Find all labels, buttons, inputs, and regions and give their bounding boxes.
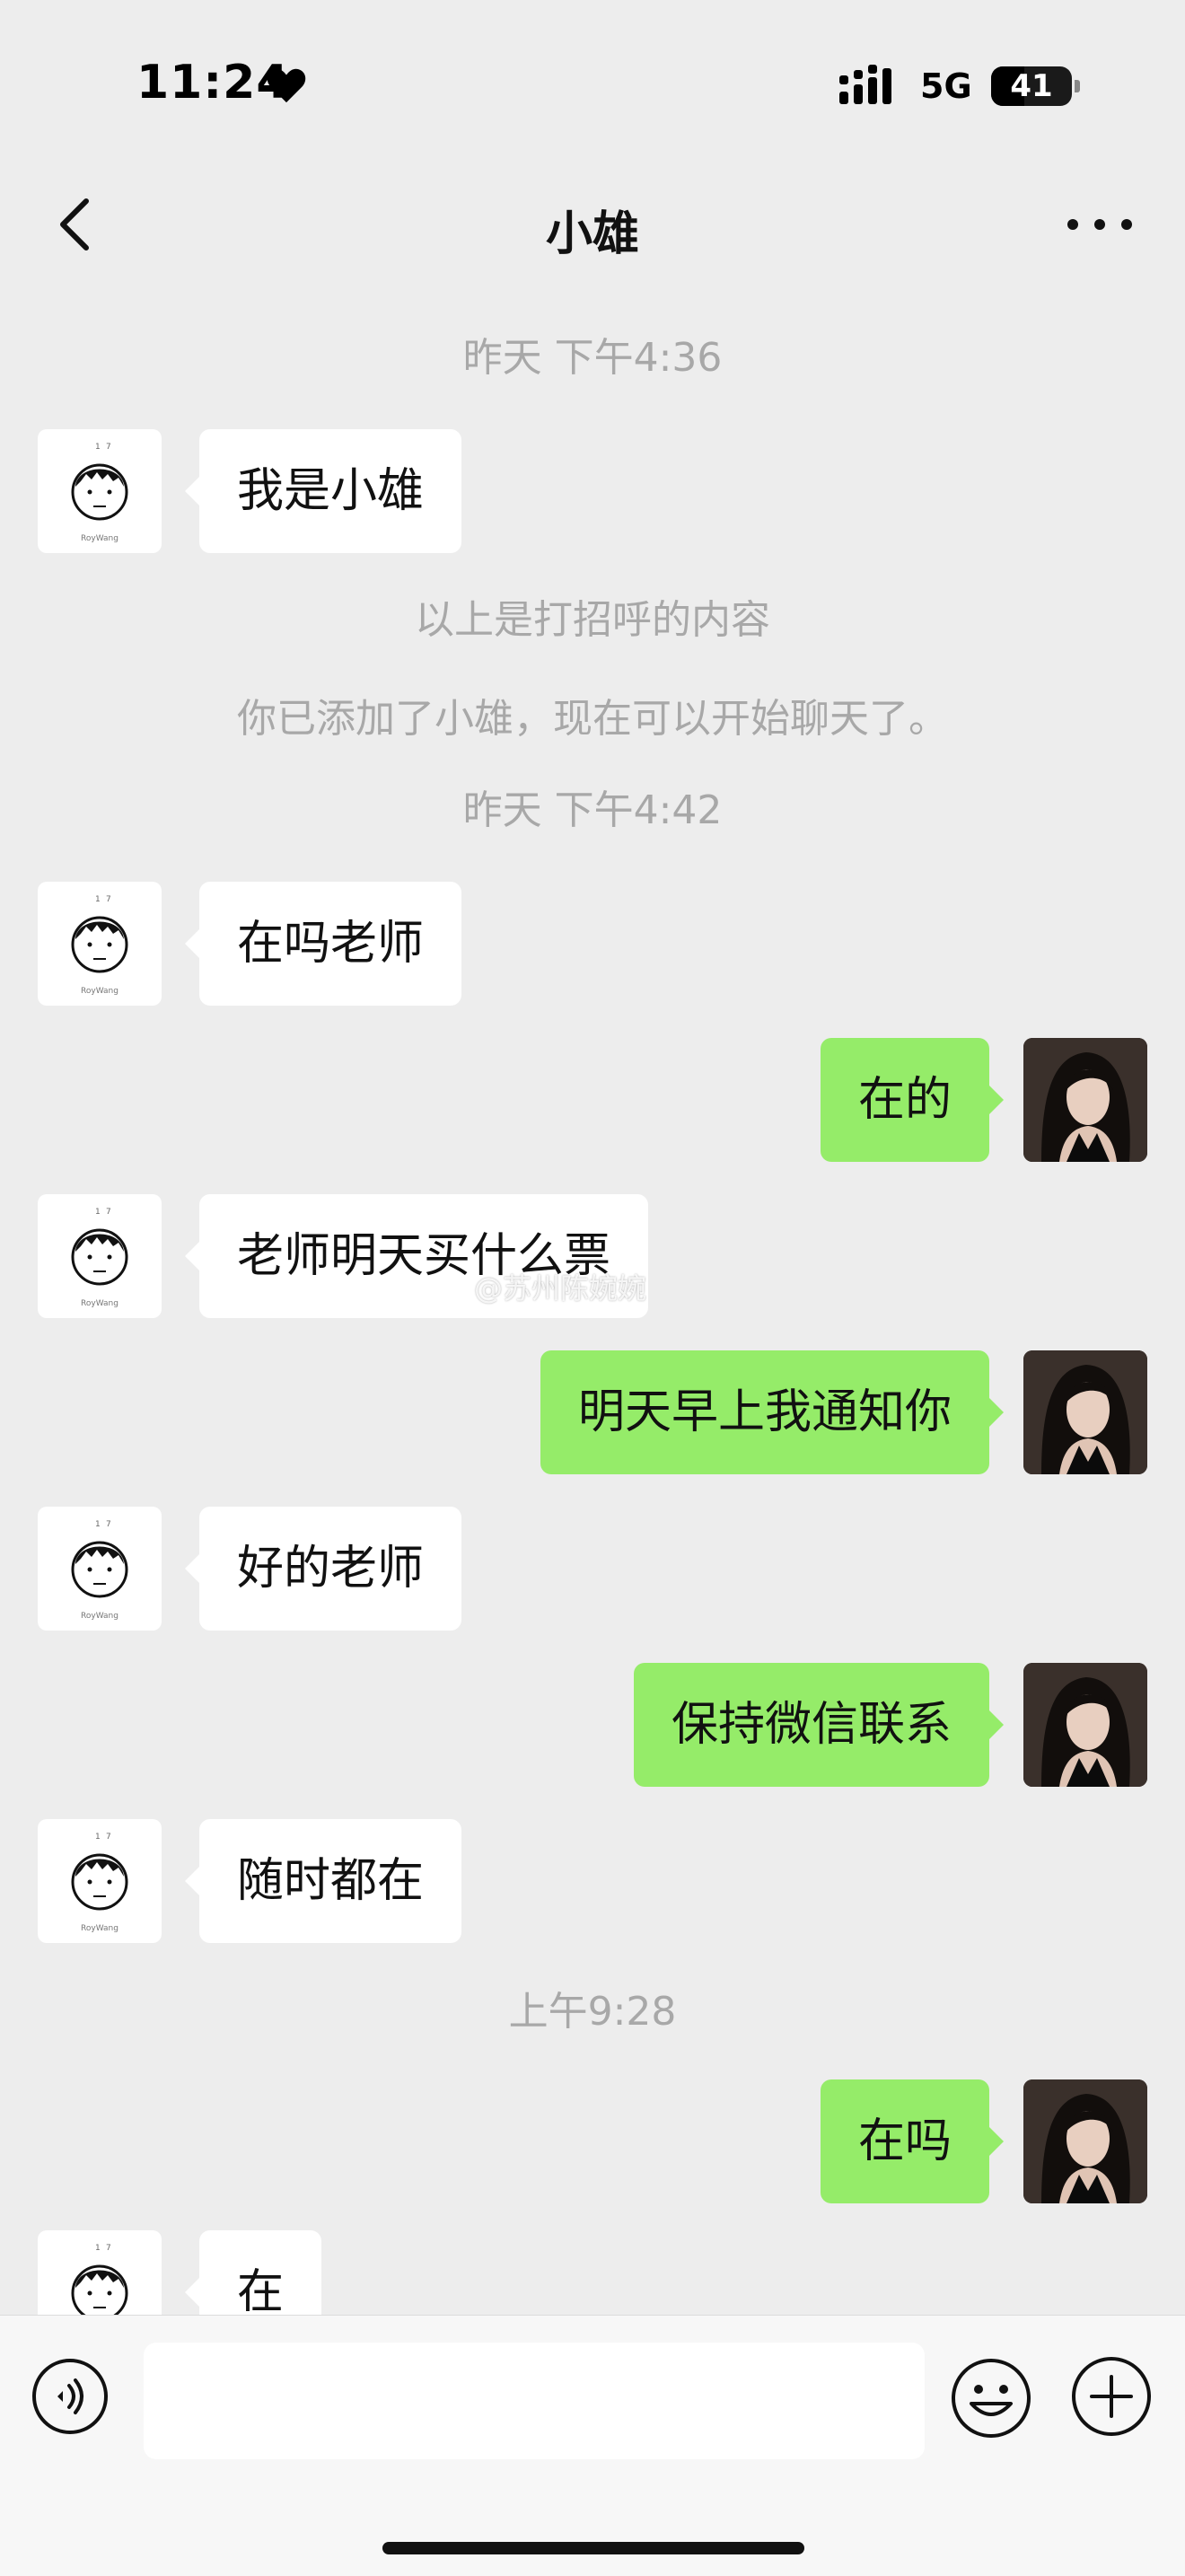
chat-header: 小雄 [0,171,1185,278]
portrait-photo-icon [1023,2079,1147,2203]
message-bubble-outgoing[interactable]: 在的 [820,1038,1005,1162]
timestamp: 昨天 下午4:36 [462,335,723,381]
svg-text:7: 7 [106,443,111,452]
contact-avatar[interactable]: 17 RoyWang [38,2230,162,2315]
svg-text:1: 1 [95,443,101,452]
network-type: 5G [920,66,972,106]
battery-cap [1075,80,1080,92]
my-avatar[interactable] [1023,2079,1147,2203]
status-bar: 11:24 5G 41 [0,0,1185,171]
message-bubble-outgoing[interactable]: 保持微信联系 [633,1663,1005,1787]
watermark: @苏州陈婉婉 [474,1271,647,1306]
svg-text:1: 1 [95,895,101,904]
avatar-caption: RoyWang [81,987,118,996]
svg-text:7: 7 [106,1833,111,1842]
svg-text:7: 7 [106,895,111,904]
my-avatar[interactable] [1023,1663,1147,1787]
message-list[interactable]: 昨天 下午4:36 17 RoyWang 我是小雄 以上是打招呼的内容 你已添加… [0,305,1185,2315]
svg-text:1: 1 [95,2244,101,2253]
message-input[interactable] [144,2343,925,2459]
avatar-caption: RoyWang [81,1299,118,1308]
more-horizontal-icon[interactable] [1059,198,1140,251]
sketch-face-icon: 17 RoyWang [71,443,128,543]
timestamp: 昨天 下午4:42 [462,787,723,833]
sketch-face-icon: 17 RoyWang [71,1833,128,1933]
portrait-photo-icon [1023,1350,1147,1474]
battery-icon: 41 [991,66,1072,106]
message-bubble-incoming[interactable]: 我是小雄 [184,429,462,553]
contact-avatar[interactable]: 17 RoyWang [38,429,162,553]
input-toolbar [0,2315,1185,2576]
message-bubble-incoming[interactable]: 在 [184,2230,322,2315]
plus-circle-icon[interactable] [1070,2355,1153,2438]
contact-avatar[interactable]: 17 RoyWang [38,882,162,1006]
message-bubble-incoming[interactable]: 随时都在 [184,1819,462,1943]
sketch-face-icon: 17 RoyWang [71,1208,128,1308]
message-bubble-incoming[interactable]: 在吗老师 [184,882,462,1006]
portrait-photo-icon [1023,1038,1147,1162]
voice-icon[interactable] [31,2357,110,2436]
avatar-caption: RoyWang [81,1612,118,1621]
message-bubble-outgoing[interactable]: 在吗 [820,2079,1005,2203]
portrait-photo-icon [1023,1663,1147,1787]
timestamp: 上午9:28 [508,1989,677,2035]
avatar-caption: RoyWang [81,534,118,543]
battery-percent: 41 [1010,68,1053,104]
svg-text:7: 7 [106,2244,111,2253]
system-message: 你已添加了小雄，现在可以开始聊天了。 [237,696,948,742]
heart-icon [267,68,306,103]
home-indicator [382,2542,804,2554]
my-avatar[interactable] [1023,1038,1147,1162]
sketch-face-icon: 17 RoyWang [71,2244,128,2315]
chat-title: 小雄 [545,207,639,261]
cellular-signal-icon [839,65,891,104]
svg-text:1: 1 [95,1208,101,1217]
contact-avatar[interactable]: 17 RoyWang [38,1819,162,1943]
my-avatar[interactable] [1023,1350,1147,1474]
svg-text:7: 7 [106,1208,111,1217]
contact-avatar[interactable]: 17 RoyWang [38,1507,162,1631]
system-message: 以上是打招呼的内容 [415,597,770,643]
emoji-icon[interactable] [950,2357,1032,2440]
avatar-caption: RoyWang [81,1924,118,1933]
chevron-left-icon[interactable] [47,196,104,253]
message-bubble-incoming[interactable]: 好的老师 [184,1507,462,1631]
contact-avatar[interactable]: 17 RoyWang [38,1194,162,1318]
svg-text:1: 1 [95,1520,101,1529]
sketch-face-icon: 17 RoyWang [71,1520,128,1621]
svg-text:1: 1 [95,1833,101,1842]
svg-text:7: 7 [106,1520,111,1529]
message-bubble-outgoing[interactable]: 明天早上我通知你 [540,1350,1005,1474]
sketch-face-icon: 17 RoyWang [71,895,128,996]
